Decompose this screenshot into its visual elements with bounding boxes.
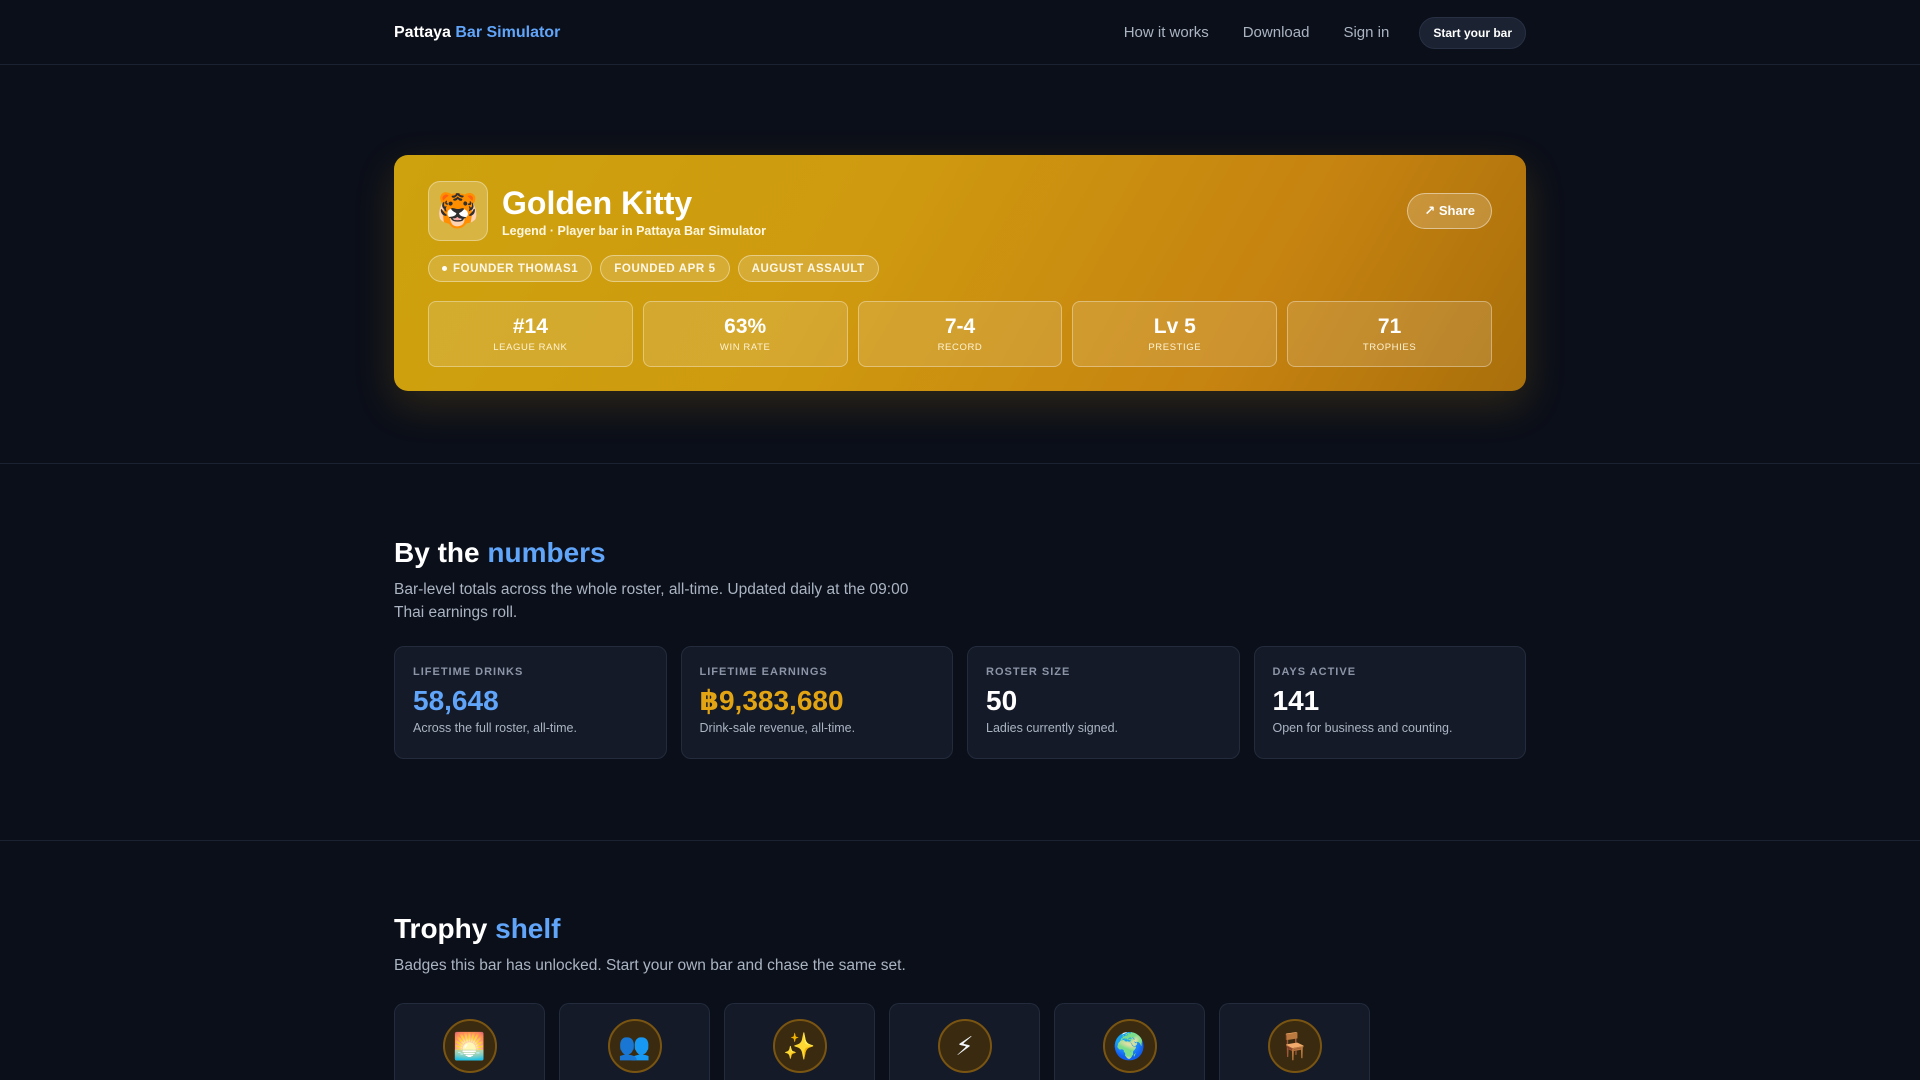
tag-label: FOUNDED APR 5: [614, 262, 716, 275]
bar-name: Golden Kitty: [502, 185, 693, 221]
tag-label: AUGUST ASSAULT: [751, 262, 865, 275]
trophy-section: Trophy shelf Badges this bar has unlocke…: [0, 841, 1920, 1080]
tag-founded: FOUNDED APR 5: [600, 255, 730, 282]
stat-value: 71: [1377, 315, 1402, 338]
stat-record: 7-4 RECORD: [857, 301, 1063, 367]
tag-label: FOUNDER THOMAS1: [453, 262, 579, 275]
brand-logo[interactable]: Pattaya Bar Simulator: [394, 24, 560, 42]
trophy-grid: 🌅 👥 ✨ ⚡ 🌍 🪑: [394, 1003, 1526, 1080]
title-accent: numbers: [487, 537, 606, 568]
nav-link-download[interactable]: Download: [1243, 24, 1310, 41]
numbers-section: By the numbers Bar-level totals across t…: [0, 464, 1920, 841]
card-note: Ladies currently signed.: [986, 721, 1119, 735]
bar-stats: #14 LEAGUE RANK 63% WIN RATE 7-4 RECORD …: [428, 301, 1492, 367]
sparkles-icon: ✨: [772, 1019, 827, 1073]
stat-label: RECORD: [937, 342, 983, 353]
stat-league-rank: #14 LEAGUE RANK: [428, 301, 633, 367]
section-description: Bar-level totals across the whole roster…: [394, 581, 909, 621]
stat-label: TROPHIES: [1362, 342, 1417, 353]
stat-trophies: 71 TROPHIES: [1287, 301, 1492, 367]
stat-prestige: Lv 5 PRESTIGE: [1072, 301, 1278, 367]
card-label: LIFETIME EARNINGS: [699, 666, 828, 678]
trophy-badge[interactable]: 🪑: [1219, 1003, 1370, 1080]
bar-profile-card: 🐯 Golden Kitty Legend · Player bar in Pa…: [394, 155, 1526, 391]
card-lifetime-earnings: LIFETIME EARNINGS ฿9,383,680 Drink-sale …: [680, 646, 953, 759]
card-value: ฿9,383,680: [699, 685, 844, 716]
stat-win-rate: 63% WIN RATE: [642, 301, 848, 367]
globe-icon: 🌍: [1102, 1019, 1157, 1073]
dot-icon: [442, 266, 447, 271]
chair-icon: 🪑: [1267, 1019, 1322, 1073]
trophy-badge[interactable]: 🌍: [1054, 1003, 1205, 1080]
sunrise-icon: 🌅: [442, 1019, 497, 1073]
nav-link-how-it-works[interactable]: How it works: [1124, 24, 1209, 41]
stat-label: WIN RATE: [719, 342, 771, 353]
bar-subtitle: Legend · Player bar in Pattaya Bar Simul…: [502, 224, 766, 238]
card-roster-size: ROSTER SIZE 50 Ladies currently signed.: [967, 646, 1240, 759]
stat-value: 63%: [724, 315, 767, 338]
card-value: 141: [1272, 685, 1320, 716]
people-icon: 👥: [607, 1019, 662, 1073]
card-lifetime-drinks: LIFETIME DRINKS 58,648 Across the full r…: [394, 646, 667, 759]
share-button[interactable]: ↗ Share: [1407, 193, 1492, 229]
title-accent: shelf: [495, 913, 561, 944]
nav-link-sign-in[interactable]: Sign in: [1343, 24, 1389, 41]
stat-value: Lv 5: [1153, 315, 1196, 338]
nav-links: How it works Download Sign in Start your…: [1090, 16, 1526, 49]
trophy-badge[interactable]: 🌅: [394, 1003, 545, 1080]
trophy-badge[interactable]: 👥: [559, 1003, 710, 1080]
title-main: Trophy: [394, 913, 488, 944]
card-note: Drink-sale revenue, all-time.: [699, 721, 856, 735]
card-label: DAYS ACTIVE: [1272, 666, 1357, 678]
card-label: LIFETIME DRINKS: [413, 666, 524, 678]
stat-label: LEAGUE RANK: [493, 342, 568, 353]
hero-section: 🐯 Golden Kitty Legend · Player bar in Pa…: [0, 65, 1920, 464]
number-cards: LIFETIME DRINKS 58,648 Across the full r…: [394, 646, 1526, 759]
card-note: Across the full roster, all-time.: [413, 721, 577, 735]
start-your-bar-button[interactable]: Start your bar: [1419, 16, 1526, 49]
brand-main: Pattaya: [394, 23, 451, 41]
bar-tags: FOUNDER THOMAS1 FOUNDED APR 5 AUGUST ASS…: [428, 255, 1492, 282]
title-main: By the: [394, 537, 480, 568]
section-description: Badges this bar has unlocked. Start your…: [394, 957, 906, 974]
trophy-badge[interactable]: ⚡: [889, 1003, 1040, 1080]
section-title: By the numbers: [394, 536, 1526, 570]
stat-label: PRESTIGE: [1148, 342, 1202, 353]
card-value: 58,648: [413, 685, 499, 716]
card-note: Open for business and counting.: [1272, 721, 1453, 735]
trophy-badge[interactable]: ✨: [724, 1003, 875, 1080]
section-title: Trophy shelf: [394, 912, 1526, 946]
stat-value: #14: [512, 315, 548, 338]
brand-accent: Bar Simulator: [455, 23, 561, 41]
card-label: ROSTER SIZE: [986, 666, 1071, 678]
stat-value: 7-4: [944, 315, 976, 338]
top-nav: Pattaya Bar Simulator How it works Downl…: [0, 0, 1920, 65]
card-days-active: DAYS ACTIVE 141 Open for business and co…: [1253, 646, 1526, 759]
card-value: 50: [986, 685, 1018, 716]
tag-league: AUGUST ASSAULT: [737, 255, 879, 282]
lightning-icon: ⚡: [937, 1019, 992, 1073]
tiger-icon: 🐯: [428, 181, 488, 241]
tag-founder: FOUNDER THOMAS1: [428, 255, 593, 282]
